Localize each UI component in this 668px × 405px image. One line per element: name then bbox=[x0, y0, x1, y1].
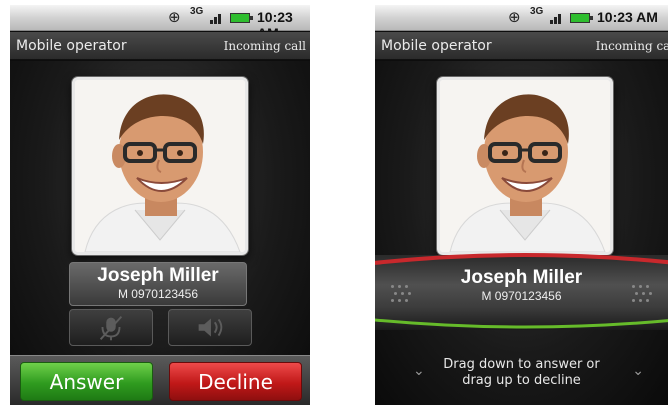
3g-icon: 3G bbox=[190, 6, 204, 17]
decline-button[interactable]: Decline bbox=[169, 362, 302, 401]
caller-portrait-image bbox=[75, 80, 245, 252]
incoming-call-screen-slider: ⊕ 3G 10:23 AM Mobile operator Incoming c… bbox=[375, 5, 668, 405]
call-state: Incoming call bbox=[223, 39, 306, 53]
call-info-bar: Mobile operator Incoming call bbox=[10, 32, 310, 60]
speaker-button[interactable] bbox=[168, 309, 252, 346]
caller-name: Joseph Miller bbox=[97, 265, 219, 286]
speaker-icon bbox=[198, 318, 223, 337]
battery-icon bbox=[570, 13, 593, 23]
decline-edge bbox=[375, 253, 668, 265]
operator-name: Mobile operator bbox=[16, 38, 127, 54]
battery-icon bbox=[230, 13, 253, 23]
signal-icon bbox=[210, 12, 224, 24]
mute-button[interactable] bbox=[69, 309, 153, 346]
hint-line-1: Drag down to answer or bbox=[443, 357, 600, 372]
caller-portrait-image bbox=[440, 80, 610, 252]
status-bar: ⊕ 3G 10:23 AM bbox=[375, 5, 668, 31]
signal-icon bbox=[550, 12, 564, 24]
call-info-bar: Mobile operator Incoming call bbox=[375, 32, 668, 60]
caller-number: M 0970123456 bbox=[481, 289, 562, 303]
caller-info-card: Joseph Miller M 0970123456 bbox=[375, 267, 668, 303]
answer-button[interactable]: Answer bbox=[20, 362, 153, 401]
caller-name: Joseph Miller bbox=[460, 267, 583, 288]
slider-hint: Drag down to answer or drag up to declin… bbox=[375, 357, 668, 389]
caller-number: M 0970123456 bbox=[117, 287, 199, 301]
gps-icon: ⊕ bbox=[168, 8, 181, 26]
hint-line-2: drag up to decline bbox=[462, 373, 581, 388]
call-state: Incoming call bbox=[595, 39, 668, 53]
status-bar: ⊕ 3G 10:23 AM bbox=[10, 5, 310, 41]
incoming-call-screen-buttons: ⊕ 3G 10:23 AM Mobile operator Incoming c… bbox=[10, 5, 310, 405]
caller-info-card: Joseph Miller M 0970123456 bbox=[69, 262, 247, 306]
gps-icon: ⊕ bbox=[508, 8, 521, 26]
operator-name: Mobile operator bbox=[381, 38, 492, 54]
answer-edge bbox=[375, 318, 668, 329]
caller-photo bbox=[72, 77, 248, 255]
mute-microphone-icon bbox=[99, 315, 123, 341]
caller-photo bbox=[437, 77, 613, 255]
status-time: 10:23 AM bbox=[597, 9, 658, 25]
3g-icon: 3G bbox=[530, 6, 544, 17]
